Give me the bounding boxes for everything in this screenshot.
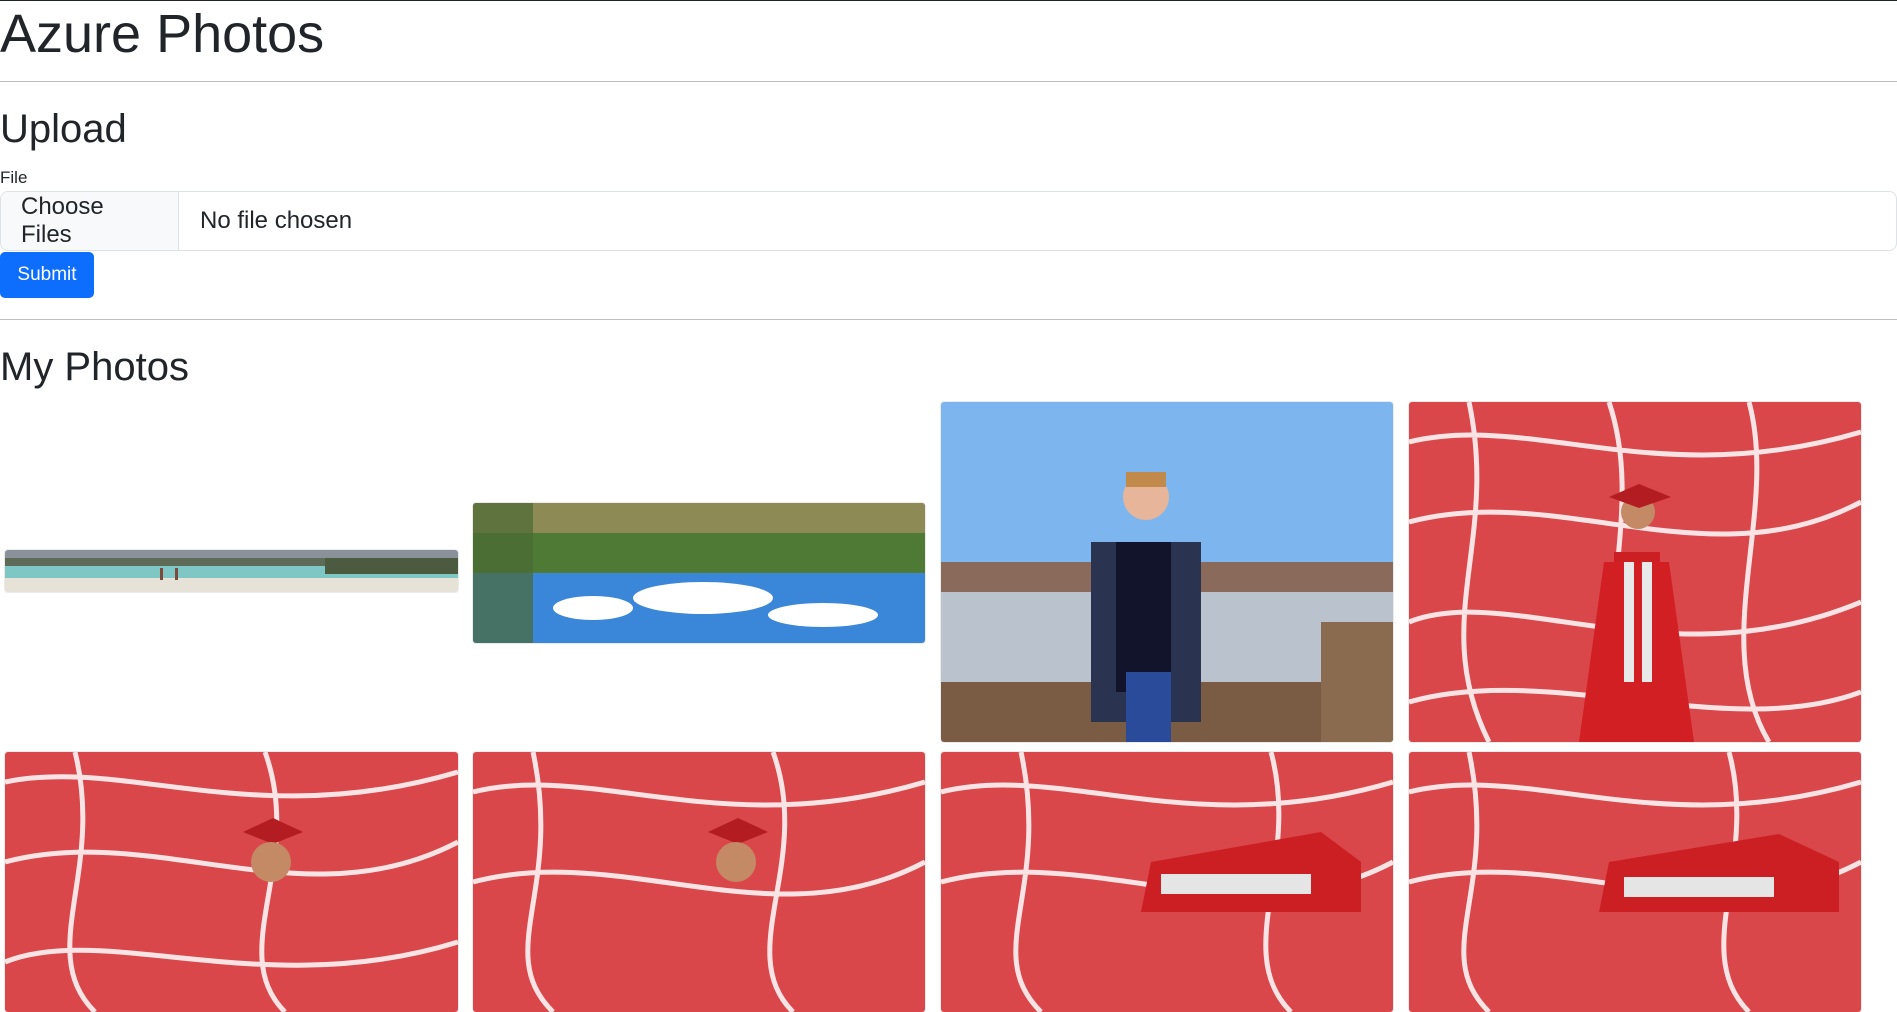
file-status: No file chosen xyxy=(200,207,353,234)
photo-graduate[interactable] xyxy=(5,752,458,1012)
photos-section: My Photos xyxy=(0,320,1897,1012)
photo-beach-panorama[interactable] xyxy=(5,550,458,592)
photo-graduate[interactable] xyxy=(1409,402,1861,742)
upload-heading: Upload xyxy=(0,107,127,151)
photo-graduate[interactable] xyxy=(473,752,925,1012)
photo-man-on-dock[interactable] xyxy=(941,402,1393,742)
photos-heading: My Photos xyxy=(0,345,189,389)
file-label: File xyxy=(0,168,28,187)
submit-button[interactable]: Submit xyxy=(0,252,94,298)
page-title: Azure Photos xyxy=(0,4,325,64)
photo-graduate[interactable] xyxy=(941,752,1393,1012)
upload-section: Upload File Choose Files No file chosen … xyxy=(0,82,1897,298)
choose-files-button[interactable]: Choose Files xyxy=(1,192,179,250)
photo-graduate[interactable] xyxy=(1409,752,1861,1012)
photo-grid xyxy=(0,401,1897,1012)
photo-upside-down-reflection[interactable] xyxy=(473,503,925,643)
file-input[interactable]: Choose Files No file chosen xyxy=(0,191,1897,251)
